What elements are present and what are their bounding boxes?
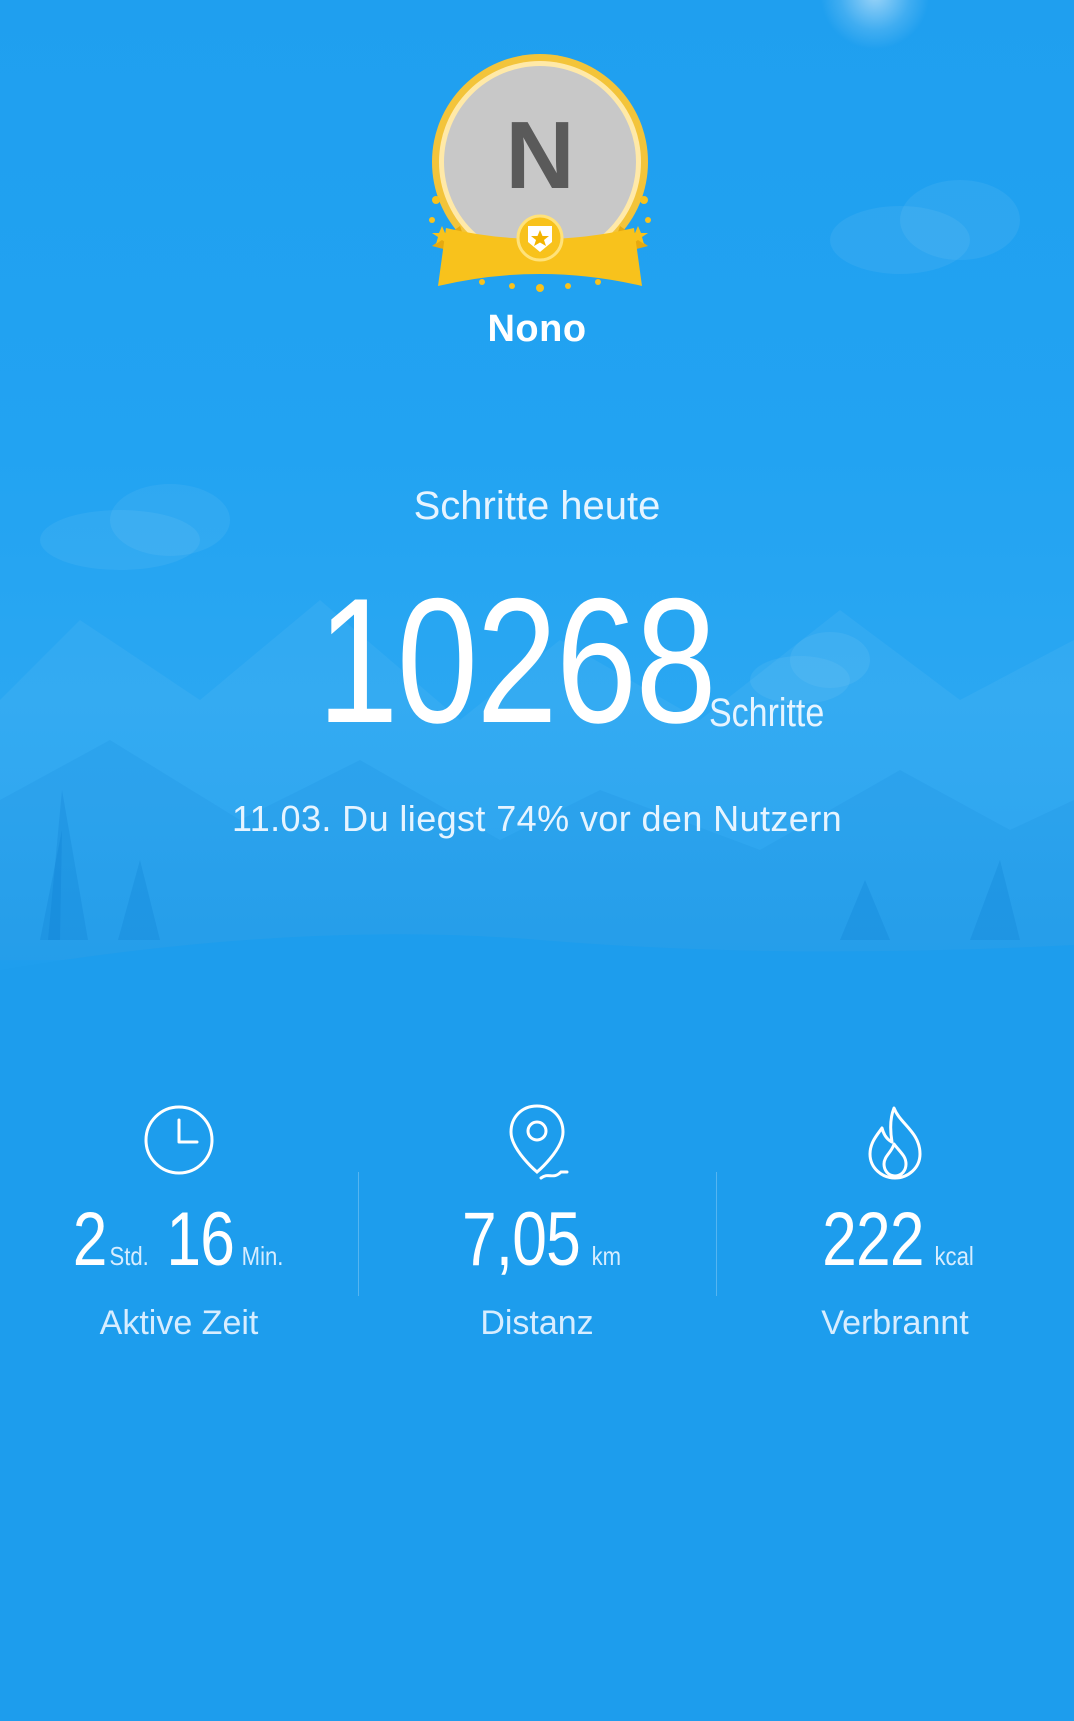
distance-value: 7,05 (461, 1197, 581, 1282)
steps-comparison: 11.03. Du liegst 74% vor den Nutzern (231, 798, 843, 839)
profile-avatar[interactable]: N (420, 50, 660, 300)
active-minutes: 16 (166, 1197, 236, 1282)
steps-count: 10268 (317, 561, 716, 760)
clock-icon (0, 1100, 358, 1190)
distance-label: Distanz (480, 1304, 594, 1342)
username: Nono (487, 308, 587, 350)
active-hours-unit: Std. (109, 1241, 150, 1271)
calories-label: Verbrannt (821, 1304, 969, 1342)
stat-divider (716, 1172, 717, 1296)
stat-divider (358, 1172, 359, 1296)
distance-unit: km (591, 1241, 621, 1271)
location-pin-icon (358, 1100, 716, 1190)
calories-unit: kcal (934, 1241, 974, 1271)
calories-value: 222 (822, 1197, 924, 1282)
steps-title: Schritte heute (413, 484, 661, 528)
stat-calories[interactable]: 222 kcal Verbrannt (716, 1100, 1074, 1360)
flame-icon (716, 1100, 1074, 1190)
avatar-badge-icon: N (429, 54, 651, 292)
stats-panel: 2 Std. 16 Min. Aktive Zeit 7,05 km Distanz … (0, 1100, 1074, 1360)
stat-distance[interactable]: 7,05 km Distanz (358, 1100, 716, 1360)
active-minutes-unit: Min. (241, 1241, 284, 1271)
avatar-initial: N (505, 102, 574, 209)
active-hours: 2 (72, 1197, 108, 1282)
stat-active-time[interactable]: 2 Std. 16 Min. Aktive Zeit (0, 1100, 358, 1360)
steps-count-row[interactable]: 10268Schritte (0, 572, 1074, 750)
steps-unit: Schritte (708, 691, 824, 735)
active-time-label: Aktive Zeit (99, 1304, 259, 1342)
